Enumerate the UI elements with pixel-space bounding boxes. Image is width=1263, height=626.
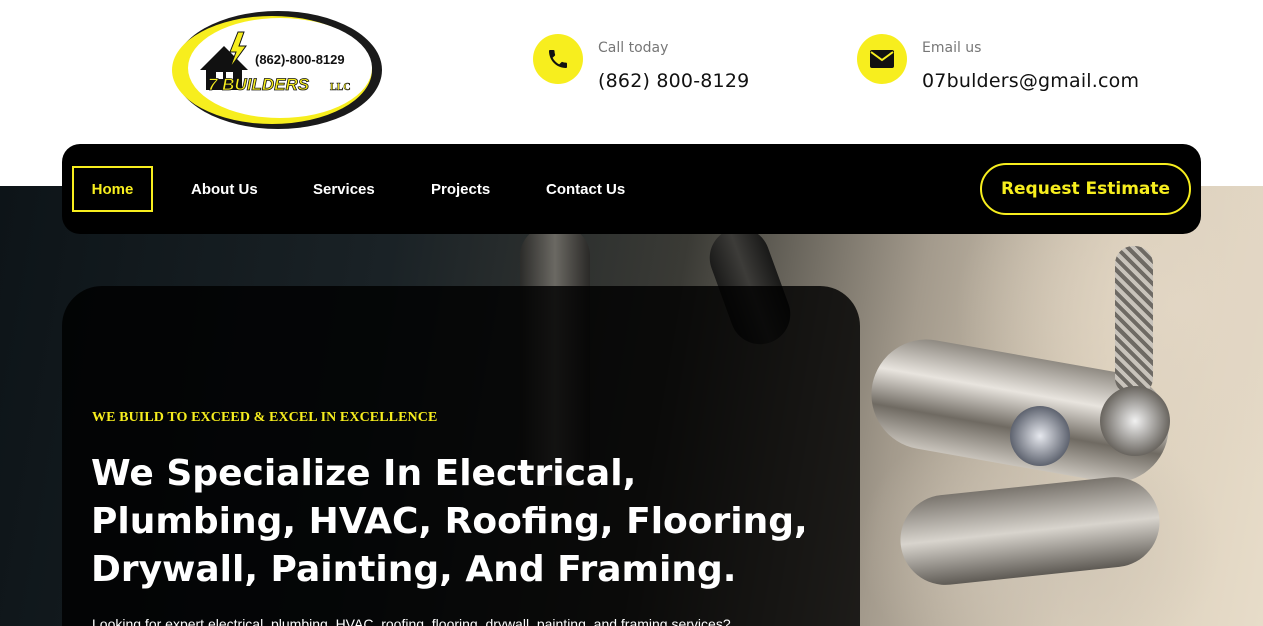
- nav-home[interactable]: Home: [72, 166, 153, 212]
- call-label: Call today: [598, 40, 669, 56]
- logo-graphic: (862)-800-8129 7 BUILDERS LLC: [172, 11, 382, 129]
- logo-suffix: LLC: [330, 82, 351, 93]
- request-estimate-button[interactable]: Request Estimate: [980, 163, 1191, 215]
- hero-headline: We Specialize In Electrical, Plumbing, H…: [91, 453, 808, 590]
- email-contact[interactable]: Email us 07bulders@gmail.com: [857, 34, 1139, 92]
- logo-brand: 7 BUILDERS: [208, 75, 310, 94]
- hero-tagline: WE BUILD TO EXCEED & EXCEL IN EXCELLENCE: [92, 410, 438, 425]
- nav-about-us[interactable]: About Us: [191, 144, 258, 234]
- hero-card: WE BUILD TO EXCEED & EXCEL IN EXCELLENCE…: [62, 286, 860, 626]
- phone-icon: [533, 34, 583, 84]
- email-address[interactable]: 07bulders@gmail.com: [922, 70, 1139, 92]
- nav-contact-us[interactable]: Contact Us: [546, 144, 625, 234]
- nav-services[interactable]: Services: [313, 144, 375, 234]
- site-logo[interactable]: (862)-800-8129 7 BUILDERS LLC: [172, 8, 384, 132]
- logo-phone: (862)-800-8129: [255, 52, 345, 67]
- email-label: Email us: [922, 40, 982, 56]
- main-navigation: Home About Us Services Projects Contact …: [62, 144, 1201, 234]
- page: (862)-800-8129 7 BUILDERS LLC Call today…: [0, 0, 1263, 626]
- call-phone-number[interactable]: (862) 800-8129: [598, 70, 749, 92]
- call-contact[interactable]: Call today (862) 800-8129: [533, 34, 749, 92]
- hero-description: Looking for expert electrical, plumbing,…: [92, 616, 731, 626]
- envelope-icon: [857, 34, 907, 84]
- nav-projects[interactable]: Projects: [431, 144, 490, 234]
